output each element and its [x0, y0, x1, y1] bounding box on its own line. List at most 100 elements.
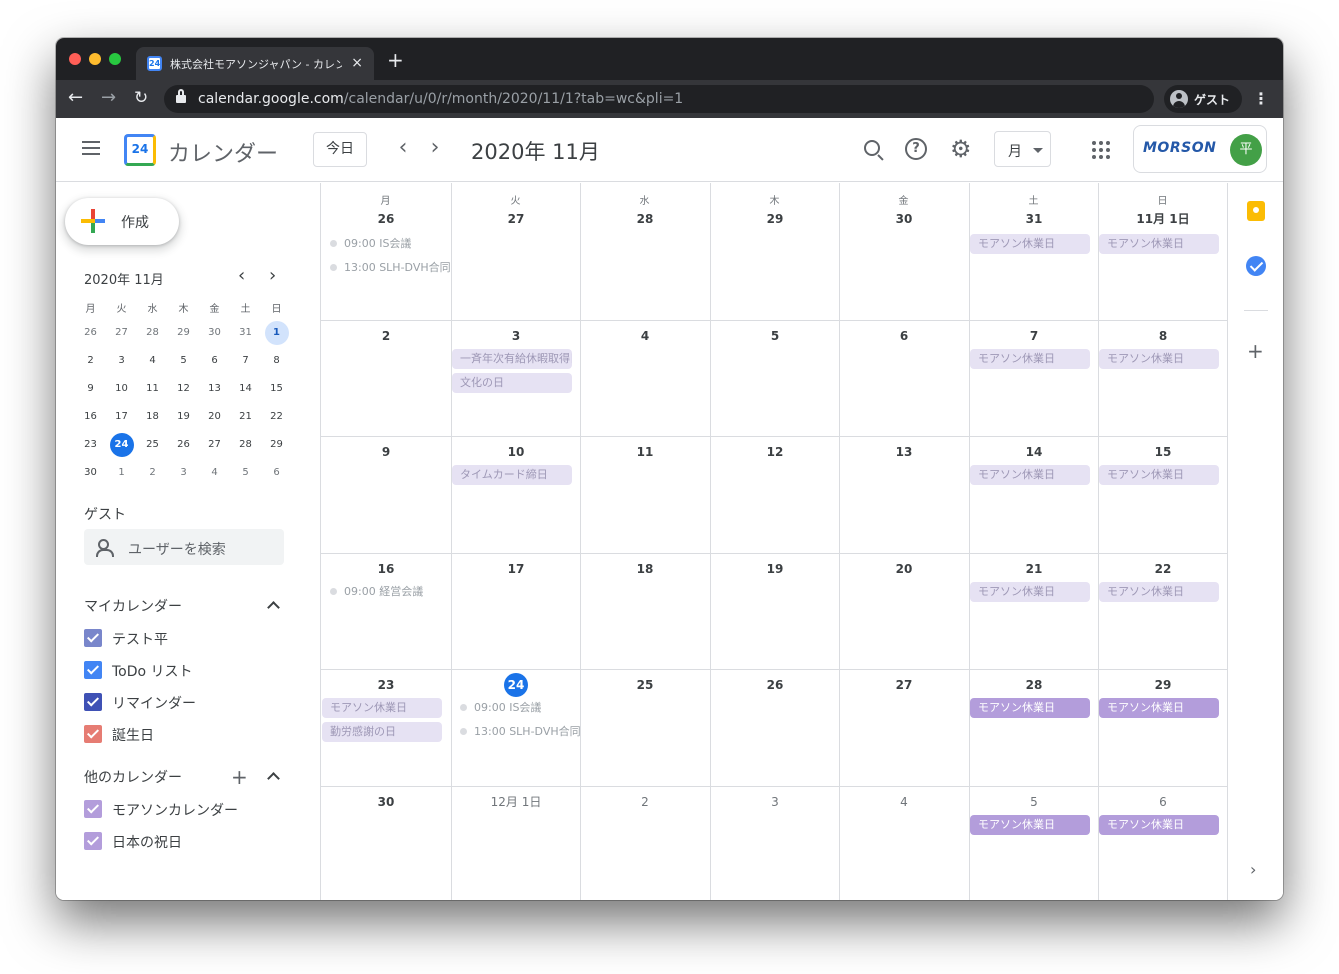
event-item[interactable]: 09:00 IS会議	[330, 234, 450, 254]
day-number[interactable]: 20	[839, 557, 969, 581]
mini-calendar-day[interactable]: 15	[265, 377, 289, 401]
mini-calendar-day[interactable]: 30	[79, 461, 103, 485]
other-calendars-title[interactable]: 他のカレンダー	[84, 767, 182, 787]
day-number[interactable]: 3	[710, 790, 840, 814]
mini-calendar-day[interactable]: 7	[234, 349, 258, 373]
mini-calendar-day[interactable]: 6	[265, 461, 289, 485]
my-calendars-title[interactable]: マイカレンダー	[84, 596, 182, 616]
view-selector[interactable]: 月	[994, 131, 1051, 167]
mini-calendar-day[interactable]: 28	[141, 321, 165, 345]
event-chip[interactable]: モアソン休業日	[1099, 465, 1219, 485]
day-number[interactable]: 4	[839, 790, 969, 814]
day-number[interactable]: 12	[710, 440, 840, 464]
day-number[interactable]: 2	[321, 324, 451, 348]
mini-calendar-day[interactable]: 4	[203, 461, 227, 485]
day-number[interactable]: 8	[1098, 324, 1228, 348]
event-chip[interactable]: モアソン休業日	[970, 815, 1090, 835]
mini-calendar-day[interactable]: 8	[265, 349, 289, 373]
day-number[interactable]: 19	[710, 557, 840, 581]
window-minimize-button[interactable]	[89, 53, 101, 65]
mini-calendar-day[interactable]: 29	[265, 433, 289, 457]
mini-calendar-day[interactable]: 9	[79, 377, 103, 401]
event-item[interactable]: 09:00 経営会議	[330, 582, 450, 602]
day-number[interactable]: 23	[321, 673, 451, 697]
event-chip[interactable]: モアソン休業日	[1099, 698, 1219, 718]
calendar-checkbox[interactable]	[84, 629, 102, 647]
window-zoom-button[interactable]	[109, 53, 121, 65]
mini-calendar-day[interactable]: 5	[234, 461, 258, 485]
event-chip[interactable]: モアソン休業日	[1099, 815, 1219, 835]
day-number[interactable]: 12月 1日	[451, 790, 581, 814]
event-chip[interactable]: モアソン休業日	[970, 349, 1090, 369]
day-number[interactable]: 18	[580, 557, 710, 581]
day-number[interactable]: 24	[504, 673, 528, 697]
mini-calendar-day[interactable]: 25	[141, 433, 165, 457]
day-number[interactable]: 30	[839, 207, 969, 231]
mini-calendar-day[interactable]: 27	[110, 321, 134, 345]
account-switcher[interactable]: MORSON 平	[1133, 125, 1267, 173]
day-number[interactable]: 17	[451, 557, 581, 581]
profile-button[interactable]: ゲスト	[1164, 85, 1242, 113]
day-number[interactable]: 25	[580, 673, 710, 697]
mini-calendar-day[interactable]: 28	[234, 433, 258, 457]
event-chip[interactable]: モアソン休業日	[970, 234, 1090, 254]
mini-calendar-day[interactable]: 30	[203, 321, 227, 345]
back-arrow-icon[interactable]: ←	[68, 88, 83, 108]
mini-prev-month-icon[interactable]: ‹	[238, 265, 245, 286]
day-number[interactable]: 2	[580, 790, 710, 814]
calendar-checkbox[interactable]	[84, 800, 102, 818]
day-number[interactable]: 15	[1098, 440, 1228, 464]
gear-icon[interactable]: ⚙	[950, 136, 972, 162]
google-apps-icon[interactable]	[1092, 141, 1110, 159]
day-number[interactable]: 30	[321, 790, 451, 814]
mini-calendar-day[interactable]: 3	[110, 349, 134, 373]
mini-calendar-day[interactable]: 16	[79, 405, 103, 429]
keep-icon[interactable]	[1247, 201, 1265, 221]
mini-calendar-day[interactable]: 18	[141, 405, 165, 429]
day-number[interactable]: 27	[839, 673, 969, 697]
day-number[interactable]: 29	[1098, 673, 1228, 697]
event-chip[interactable]: 勤労感謝の日	[322, 722, 442, 742]
calendar-checkbox[interactable]	[84, 661, 102, 679]
day-number[interactable]: 7	[969, 324, 1099, 348]
reload-icon[interactable]: ↻	[134, 88, 148, 108]
mini-calendar-day[interactable]: 19	[172, 405, 196, 429]
mini-calendar-day[interactable]: 26	[79, 321, 103, 345]
calendar-checkbox[interactable]	[84, 725, 102, 743]
day-number[interactable]: 13	[839, 440, 969, 464]
day-number[interactable]: 28	[969, 673, 1099, 697]
day-number[interactable]: 31	[969, 207, 1099, 231]
mini-calendar-day[interactable]: 2	[79, 349, 103, 373]
add-addon-icon[interactable]: +	[1247, 341, 1264, 361]
day-number[interactable]: 11月 1日	[1098, 207, 1228, 231]
event-chip[interactable]: タイムカード締日	[452, 465, 572, 485]
mini-calendar-day[interactable]: 20	[203, 405, 227, 429]
day-number[interactable]: 28	[580, 207, 710, 231]
day-number[interactable]: 6	[839, 324, 969, 348]
day-number[interactable]: 26	[321, 207, 451, 231]
mini-calendar-day[interactable]: 23	[79, 433, 103, 457]
avatar[interactable]: 平	[1230, 134, 1262, 166]
mini-calendar-day[interactable]: 5	[172, 349, 196, 373]
mini-calendar-day[interactable]: 4	[141, 349, 165, 373]
chevron-up-icon[interactable]	[267, 599, 279, 611]
calendar-checkbox[interactable]	[84, 832, 102, 850]
day-number[interactable]: 27	[451, 207, 581, 231]
event-chip[interactable]: モアソン休業日	[970, 465, 1090, 485]
mini-calendar-day[interactable]: 27	[203, 433, 227, 457]
create-event-button[interactable]: 作成	[65, 198, 179, 245]
day-number[interactable]: 5	[710, 324, 840, 348]
mini-calendar-day[interactable]: 3	[172, 461, 196, 485]
day-number[interactable]: 6	[1098, 790, 1228, 814]
mini-calendar-day[interactable]: 29	[172, 321, 196, 345]
address-bar[interactable]: calendar.google.com/calendar/u/0/r/month…	[164, 85, 1154, 113]
user-search-input[interactable]: ユーザーを検索	[84, 529, 284, 565]
mini-calendar-day[interactable]: 12	[172, 377, 196, 401]
chevron-up-icon[interactable]	[267, 770, 279, 782]
calendar-checkbox[interactable]	[84, 693, 102, 711]
day-number[interactable]: 29	[710, 207, 840, 231]
mini-calendar-day[interactable]: 1	[110, 461, 134, 485]
day-number[interactable]: 14	[969, 440, 1099, 464]
mini-calendar-day[interactable]: 13	[203, 377, 227, 401]
mini-calendar-day[interactable]: 22	[265, 405, 289, 429]
